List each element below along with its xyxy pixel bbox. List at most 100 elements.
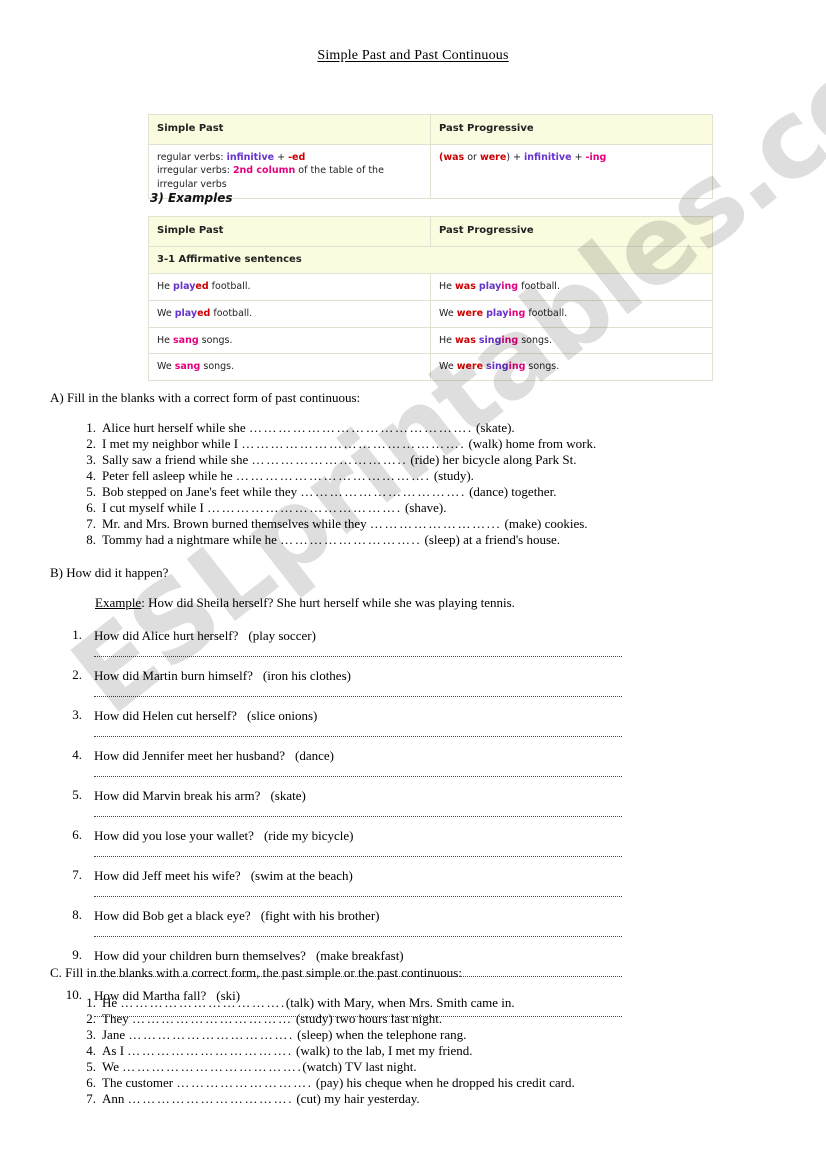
item-number: 7. [72, 867, 82, 882]
page-title: Simple Past and Past Continuous [0, 48, 826, 64]
question-line: How did your children burn themselves? (m… [94, 947, 776, 964]
item-number: 1. [86, 995, 96, 1010]
or-connector: or [464, 151, 480, 163]
item-number: 7. [86, 516, 96, 531]
section-b-heading: B) How did it happen? [50, 565, 169, 580]
blank-line[interactable]: ………………………. [176, 1075, 312, 1090]
answer-blank[interactable] [94, 728, 622, 737]
second-column-token: 2nd column [232, 165, 296, 177]
answer-blank[interactable] [94, 768, 622, 777]
subject: He [157, 281, 174, 292]
table-header-row: Simple Past Past Progressive [148, 114, 713, 145]
item-text-before: Ann [102, 1091, 128, 1106]
verb-stem: play [174, 307, 198, 319]
blank-line[interactable]: ……………………….. [280, 532, 421, 547]
blank-line[interactable]: ……………………………. [300, 484, 465, 499]
item-number: 4. [72, 747, 82, 762]
list-item: 2. I met my neighbor while I ………………………………… [50, 436, 776, 452]
blank-line[interactable]: ……………………... [370, 516, 501, 531]
item-text-after: (cut) my hair yesterday. [293, 1091, 420, 1106]
item-text-after: (study). [430, 468, 474, 483]
question-line: How did Helen cut herself? (slice onions) [94, 707, 776, 724]
item-text-after: (sleep) at a friend's house. [421, 532, 561, 547]
item-text-after: (make) cookies. [501, 516, 588, 531]
auxiliary-verb: were [456, 307, 484, 319]
answer-blank[interactable] [94, 688, 622, 697]
item-number: 3. [72, 707, 82, 722]
blank-line[interactable]: ………………………………………. [249, 420, 473, 435]
blank-line[interactable]: ………………………….. [251, 452, 407, 467]
list-item: 7. Ann ……………………………. (cut) my hair yesterd… [50, 1091, 776, 1107]
item-text-after: (dance) together. [465, 484, 557, 499]
answer-blank[interactable] [94, 848, 622, 857]
item-number: 8. [86, 532, 96, 547]
verb-stem: play [478, 281, 502, 292]
item-text-before: As I [102, 1043, 128, 1058]
example-simple-past-cell: He sang songs. [148, 326, 431, 355]
item-number: 3. [86, 452, 96, 467]
item-number: 6. [86, 500, 96, 515]
question-text: How did you lose your wallet? [94, 828, 254, 843]
plus-sign: + [571, 151, 586, 163]
list-item: 2. How did Martin burn himself? (iron his… [50, 667, 776, 697]
verb-suffix: ing [501, 281, 519, 292]
item-number: 2. [72, 667, 82, 682]
sentence-tail: songs. [525, 361, 560, 373]
question-text: How did Jeff meet his wife? [94, 868, 241, 883]
subject: He [439, 281, 456, 292]
verb-stem: sang [174, 361, 201, 373]
blank-line[interactable]: ……………………………. [128, 1091, 293, 1106]
blank-line[interactable]: ……………………………. [127, 1043, 292, 1058]
item-text-before: I met my neighbor while I [102, 436, 242, 451]
table-row: He sang songs. He was singing songs. [148, 326, 713, 355]
answer-blank[interactable] [94, 928, 622, 937]
question-text: How did Helen cut herself? [94, 708, 237, 723]
regular-verbs-prefix: regular verbs: [157, 151, 227, 163]
question-line: How did Jennifer meet her husband? (dance… [94, 747, 776, 764]
sentence-tail: football. [210, 307, 253, 319]
formation-past-progressive-cell: (was or were) + infinitive + -ing [430, 143, 713, 199]
close-paren-plus: ) + [506, 151, 525, 163]
list-item: 4. As I ……………………………. (walk) to the lab, I… [50, 1043, 776, 1059]
question-text: How did your children burn themselves? [94, 948, 306, 963]
cue-text: (dance) [294, 748, 334, 763]
item-number: 5. [86, 484, 96, 499]
list-item: 8. How did Bob get a black eye? (fight wi… [50, 907, 776, 937]
item-text-before: Sally saw a friend while she [102, 452, 252, 467]
infinitive-token: infinitive [524, 151, 572, 163]
question-line: How did Marvin break his arm? (skate) [94, 787, 776, 804]
item-text-before: Jane [102, 1027, 129, 1042]
answer-blank[interactable] [94, 648, 622, 657]
item-number: 4. [86, 468, 96, 483]
item-number: 5. [86, 1059, 96, 1074]
answer-blank[interactable] [94, 808, 622, 817]
was-token: was [443, 151, 465, 163]
header-simple-past: Simple Past [148, 216, 431, 247]
blank-line[interactable]: ……………………………. [120, 995, 285, 1010]
blank-line[interactable]: ……………………………. [128, 1027, 293, 1042]
blank-line[interactable]: …………………………… [132, 1011, 293, 1026]
item-number: 2. [86, 436, 96, 451]
section-a: A) Fill in the blanks with a correct for… [50, 390, 776, 548]
list-item: 5. How did Marvin break his arm? (skate) [50, 787, 776, 817]
list-item: 6. I cut myself while I …………………………………. (s… [50, 500, 776, 516]
list-item: 3. Jane ……………………………. (sleep) when the tel… [50, 1027, 776, 1043]
answer-blank[interactable] [94, 888, 622, 897]
example-sentence: : How did Sheila herself? She hurt herse… [141, 595, 515, 610]
section-c: C. Fill in the blanks with a correct for… [50, 965, 776, 1107]
item-number: 1. [72, 627, 82, 642]
auxiliary-verb: was [455, 334, 476, 346]
item-number: 5. [72, 787, 82, 802]
question-text: How did Alice hurt herself? [94, 628, 239, 643]
section-b: B) How did it happen? Example: How did S… [50, 565, 776, 1027]
blank-line[interactable]: …………………………………. [236, 468, 431, 483]
example-simple-past-cell: He played football. [148, 273, 431, 301]
example-past-progressive-cell: We were singing songs. [430, 353, 713, 382]
subject: We [157, 307, 175, 319]
item-number: 9. [72, 947, 82, 962]
blank-line[interactable]: ………………………………………. [241, 436, 465, 451]
verb-suffix: ed [197, 307, 211, 319]
blank-line[interactable]: ………………………………. [122, 1059, 302, 1074]
item-text-before: Peter fell asleep while he [102, 468, 236, 483]
blank-line[interactable]: …………………………………. [207, 500, 402, 515]
